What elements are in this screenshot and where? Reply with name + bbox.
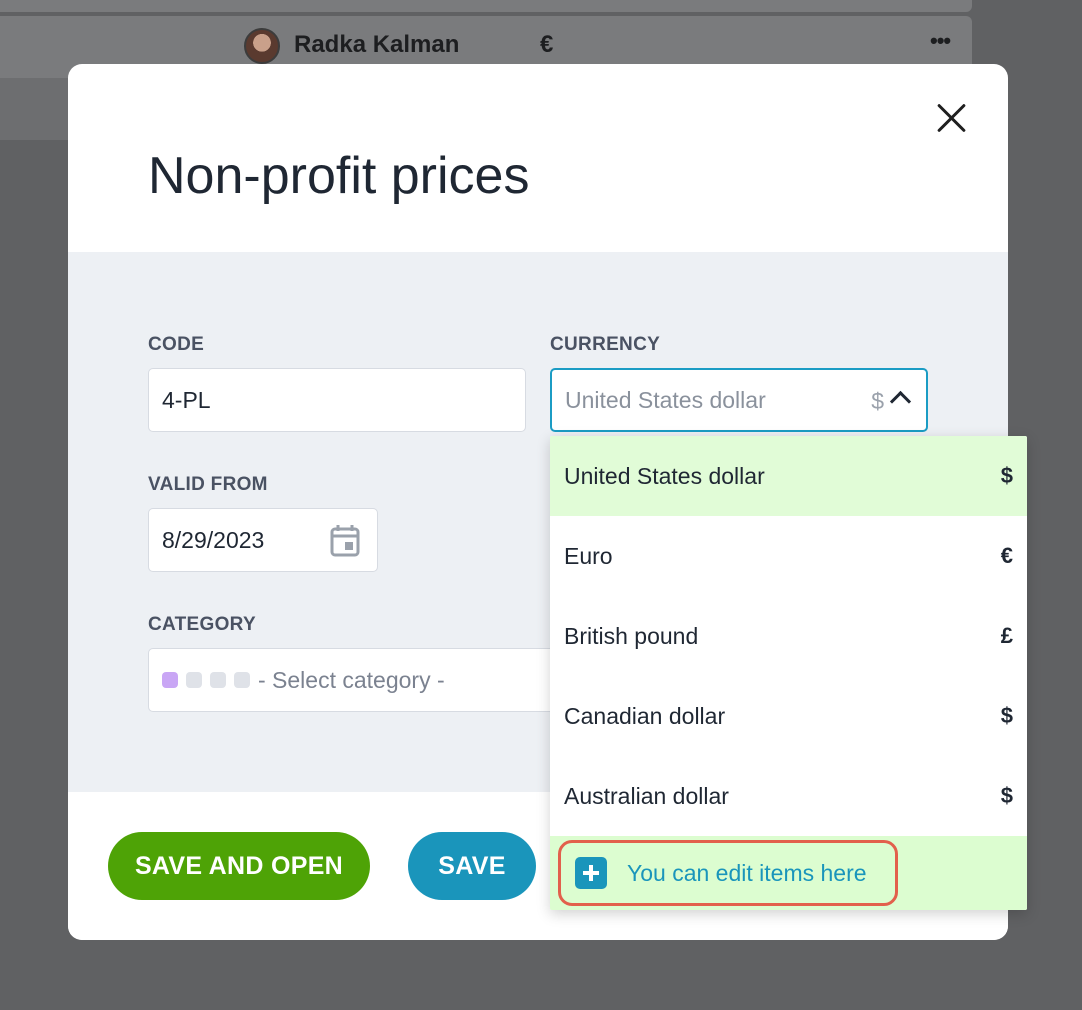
plus-icon [575, 857, 607, 889]
currency-option-aud[interactable]: Australian dollar $ [550, 756, 1027, 836]
modal-title: Non-profit prices [148, 147, 530, 205]
valid-from-label: VALID FROM [148, 474, 268, 495]
close-icon[interactable] [930, 96, 974, 140]
calendar-icon[interactable] [329, 524, 361, 558]
background-row-currency: € [540, 31, 554, 58]
currency-option-label: United States dollar [564, 462, 765, 489]
currency-option-gbp[interactable]: British pound £ [550, 596, 1027, 676]
currency-label: CURRENCY [550, 334, 661, 355]
currency-select-symbol: $ [871, 388, 884, 414]
currency-select-value: United States dollar [565, 386, 766, 413]
currency-option-cad[interactable]: Canadian dollar $ [550, 676, 1027, 756]
save-button[interactable]: SAVE [408, 832, 536, 900]
dropdown-footer: You can edit items here [550, 836, 1027, 910]
currency-option-symbol: € [1000, 543, 1013, 568]
currency-option-symbol: $ [1000, 463, 1013, 488]
code-input[interactable]: 4-PL [148, 368, 526, 432]
currency-option-usd[interactable]: United States dollar $ [550, 436, 1027, 516]
currency-select[interactable]: United States dollar $ [550, 368, 928, 432]
category-color-swatch [162, 672, 178, 688]
more-options-icon: ••• [930, 28, 951, 53]
background-row-previous [0, 0, 972, 12]
avatar [244, 28, 280, 64]
category-placeholder: - Select category - [258, 666, 445, 693]
background-row-name: Radka Kalman [294, 31, 460, 58]
category-color-swatch [210, 672, 226, 688]
code-label: CODE [148, 334, 205, 355]
currency-option-label: Euro [564, 542, 613, 569]
save-and-open-button[interactable]: SAVE AND OPEN [108, 832, 370, 900]
currency-option-symbol: $ [1000, 783, 1013, 808]
currency-option-label: Australian dollar [564, 782, 729, 809]
currency-option-label: British pound [564, 622, 699, 649]
valid-from-date-input[interactable]: 8/29/2023 [148, 508, 378, 572]
code-value: 4-PL [162, 386, 211, 413]
chevron-up-icon[interactable] [889, 390, 912, 413]
category-label: CATEGORY [148, 614, 256, 635]
valid-from-value: 8/29/2023 [162, 526, 265, 553]
currency-option-eur[interactable]: Euro € [550, 516, 1027, 596]
category-color-swatch [186, 672, 202, 688]
edit-items-link[interactable]: You can edit items here [558, 840, 898, 906]
category-select[interactable]: - Select category - [148, 648, 568, 712]
currency-option-symbol: $ [1000, 703, 1013, 728]
currency-option-label: Canadian dollar [564, 702, 726, 729]
category-color-swatch [234, 672, 250, 688]
currency-dropdown: United States dollar $ Euro € British po… [550, 436, 1027, 910]
currency-option-symbol: £ [1000, 623, 1013, 648]
edit-items-label: You can edit items here [627, 859, 867, 886]
